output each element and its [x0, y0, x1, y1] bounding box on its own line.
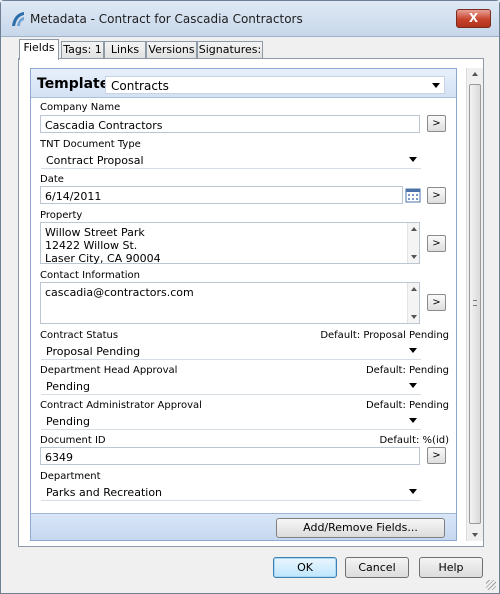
tab-signatures[interactable]: Signatures: 1: [197, 41, 263, 72]
tab-links[interactable]: Links: [104, 41, 146, 59]
date-input[interactable]: 6/14/2011: [40, 186, 403, 204]
ok-button[interactable]: OK: [273, 557, 337, 578]
close-button[interactable]: X: [456, 9, 491, 28]
date-go-button[interactable]: >: [427, 187, 446, 204]
contact-label: Contact Information: [40, 270, 140, 281]
doc-id-default: Default: %(id): [379, 435, 449, 446]
scroll-down-icon[interactable]: [411, 255, 417, 259]
add-remove-fields-button[interactable]: Add/Remove Fields...: [276, 518, 445, 538]
property-line: Laser City, CA 90004: [45, 252, 161, 265]
scroll-up-icon[interactable]: [411, 227, 417, 231]
contract-status-default: Default: Proposal Pending: [320, 330, 449, 341]
department-value: Parks and Recreation: [46, 486, 163, 499]
scroll-up-icon[interactable]: [472, 72, 478, 76]
doc-type-label: TNT Document Type: [40, 139, 141, 150]
contact-value: cascadia@contractors.com: [45, 286, 194, 299]
chevron-down-icon: [409, 383, 417, 388]
scroll-up-icon[interactable]: [411, 287, 417, 291]
contract-status-value: Proposal Pending: [46, 345, 141, 358]
panel-scrollbar[interactable]: [466, 68, 483, 541]
property-label: Property: [40, 210, 83, 221]
doc-type-select[interactable]: Contract Proposal: [41, 151, 421, 169]
contact-scrollbar[interactable]: [407, 283, 419, 323]
chevron-down-icon: [409, 489, 417, 494]
date-label: Date: [40, 174, 64, 185]
template-value: Contracts: [111, 79, 169, 93]
scroll-down-icon[interactable]: [411, 315, 417, 319]
contract-admin-value: Pending: [46, 415, 90, 428]
tab-tags[interactable]: Tags: 1: [61, 41, 104, 59]
doc-id-go-button[interactable]: >: [427, 447, 446, 464]
resize-grip-icon[interactable]: [486, 580, 496, 590]
dept-head-value: Pending: [46, 380, 90, 393]
company-name-value: Cascadia Contractors: [45, 119, 163, 132]
contract-admin-default: Default: Pending: [365, 400, 449, 411]
contract-admin-label: Contract Administrator Approval: [40, 400, 202, 411]
tab-fields[interactable]: Fields: [19, 39, 59, 60]
property-line: 12422 Willow St.: [45, 239, 138, 252]
chevron-down-icon: [432, 83, 440, 88]
dept-head-select[interactable]: Pending: [41, 377, 421, 395]
chevron-down-icon: [409, 418, 417, 423]
scroll-down-icon[interactable]: [472, 533, 478, 537]
doc-id-label: Document ID: [40, 435, 106, 446]
tab-versions[interactable]: Versions: [146, 41, 197, 59]
metadata-dialog: Metadata - Contract for Cascadia Contrac…: [0, 0, 500, 594]
contract-admin-select[interactable]: Pending: [41, 412, 421, 430]
help-button[interactable]: Help: [419, 557, 483, 578]
grip-icon: [473, 300, 477, 306]
dept-head-label: Department Head Approval: [40, 365, 178, 376]
window-title: Metadata - Contract for Cascadia Contrac…: [30, 12, 303, 26]
department-select[interactable]: Parks and Recreation: [41, 483, 421, 501]
dept-head-default: Default: Pending: [365, 365, 449, 376]
contact-go-button[interactable]: >: [427, 294, 446, 311]
template-label: Template:: [37, 76, 115, 92]
contact-textarea[interactable]: cascadia@contractors.com: [40, 282, 420, 324]
company-name-label: Company Name: [40, 102, 121, 113]
property-value: Willow Street Park 12422 Willow St. Laser …: [45, 226, 161, 265]
company-name-input[interactable]: Cascadia Contractors: [40, 115, 420, 133]
doc-id-input[interactable]: 6349: [40, 447, 420, 465]
department-label: Department: [40, 471, 101, 482]
property-line: Willow Street Park: [45, 226, 145, 239]
contract-status-label: Contract Status: [40, 330, 119, 341]
chevron-down-icon: [409, 348, 417, 353]
property-textarea[interactable]: Willow Street Park 12422 Willow St. Laser …: [40, 222, 420, 265]
contract-status-select[interactable]: Proposal Pending: [41, 342, 421, 360]
doc-id-value: 6349: [45, 451, 73, 464]
title-bar: Metadata - Contract for Cascadia Contrac…: [1, 1, 499, 37]
property-scrollbar[interactable]: [407, 223, 419, 263]
cancel-button[interactable]: Cancel: [345, 557, 409, 578]
chevron-down-icon: [409, 157, 417, 162]
app-logo-icon: [12, 12, 24, 26]
company-name-go-button[interactable]: >: [427, 115, 446, 132]
property-go-button[interactable]: >: [427, 235, 446, 252]
doc-type-value: Contract Proposal: [46, 154, 144, 167]
date-value: 6/14/2011: [45, 190, 102, 203]
scrollbar-thumb[interactable]: [469, 84, 481, 524]
calendar-icon[interactable]: [405, 187, 421, 203]
template-select[interactable]: Contracts: [105, 76, 445, 94]
